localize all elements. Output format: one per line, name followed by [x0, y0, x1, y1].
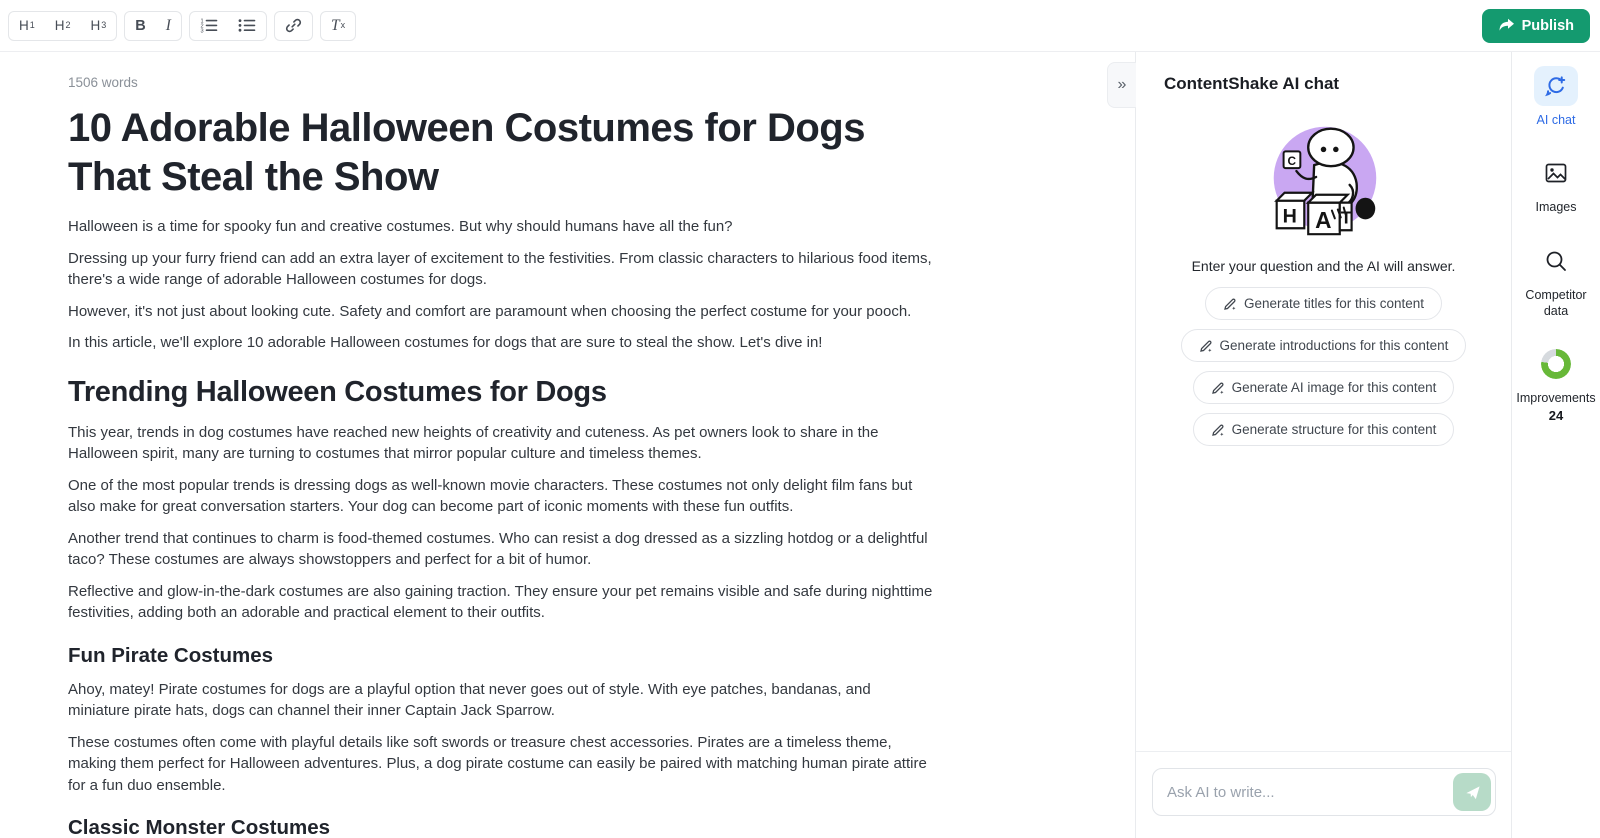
improvements-icon-wrap	[1535, 344, 1577, 384]
generate-ai-image-label: Generate AI image for this content	[1232, 380, 1437, 395]
generate-titles-label: Generate titles for this content	[1244, 296, 1424, 311]
article-title[interactable]: 10 Adorable Halloween Costumes for Dogs …	[68, 104, 935, 202]
ordered-list-icon: 123	[200, 18, 218, 33]
word-count: 1506 words	[68, 75, 935, 90]
rail-label-improvements: Improvements	[1514, 390, 1597, 406]
rail-item-competitor-data[interactable]: Competitor data	[1512, 241, 1600, 320]
ai-chat-panel: » ContentShake AI chat C	[1135, 52, 1512, 838]
bold-button[interactable]: B	[125, 12, 155, 40]
pen-sparkle-icon	[1211, 381, 1225, 395]
generate-titles-button[interactable]: Generate titles for this content	[1205, 287, 1442, 320]
italic-button[interactable]: I	[156, 12, 181, 40]
generate-introductions-button[interactable]: Generate introductions for this content	[1181, 329, 1467, 362]
generate-structure-label: Generate structure for this content	[1232, 422, 1437, 437]
generate-ai-image-button[interactable]: Generate AI image for this content	[1193, 371, 1455, 404]
improvements-donut-icon	[1541, 349, 1571, 379]
publish-share-icon	[1498, 18, 1515, 33]
chat-plus-icon	[1545, 75, 1567, 97]
images-icon	[1544, 162, 1568, 184]
chat-input-area	[1136, 751, 1511, 838]
article-paragraph[interactable]: Ahoy, matey! Pirate costumes for dogs ar…	[68, 679, 935, 722]
robot-block-letter-t: T	[1340, 207, 1351, 227]
heading-2-button[interactable]: H2	[45, 12, 81, 40]
robot-block-letter-a: A	[1315, 207, 1331, 233]
send-plane-icon	[1464, 784, 1481, 801]
heading-button-group: H1 H2 H3	[8, 11, 117, 41]
generate-introductions-label: Generate introductions for this content	[1220, 338, 1449, 353]
improvements-count-badge: 24	[1549, 408, 1563, 423]
article-paragraph[interactable]: However, it's not just about looking cut…	[68, 301, 935, 323]
competitor-data-icon-wrap	[1535, 241, 1577, 281]
article-paragraph[interactable]: One of the most popular trends is dressi…	[68, 475, 935, 518]
heading-3-button[interactable]: H3	[81, 12, 117, 40]
clear-formatting-button[interactable]: Tx	[321, 12, 355, 40]
rail-label-images: Images	[1534, 199, 1579, 215]
heading-1-sub: 1	[30, 21, 35, 30]
heading-1-button[interactable]: H1	[9, 12, 45, 40]
svg-text:3: 3	[200, 28, 203, 33]
article-paragraph[interactable]: Halloween is a time for spooky fun and c…	[68, 216, 935, 238]
clear-formatting-sub: x	[341, 21, 346, 30]
article-body[interactable]: Halloween is a time for spooky fun and c…	[68, 216, 935, 838]
article-heading[interactable]: Fun Pirate Costumes	[68, 644, 935, 668]
chat-caption: Enter your question and the AI will answ…	[1136, 258, 1511, 274]
bullet-list-button[interactable]	[228, 12, 266, 40]
article-paragraph[interactable]: This year, trends in dog costumes have r…	[68, 422, 935, 465]
search-icon	[1544, 249, 1568, 273]
article-heading[interactable]: Classic Monster Costumes	[68, 816, 935, 838]
article-heading[interactable]: Trending Halloween Costumes for Dogs	[68, 376, 935, 409]
insert-link-button[interactable]	[275, 12, 312, 40]
heading-3-sub: 3	[101, 21, 106, 30]
document-editor[interactable]: 1506 words 10 Adorable Halloween Costume…	[0, 52, 1135, 838]
pen-sparkle-icon	[1223, 297, 1237, 311]
heading-1-label: H	[19, 18, 29, 33]
heading-2-label: H	[55, 18, 65, 33]
robot-block-letter-c: C	[1287, 154, 1296, 168]
right-rail: AI chat Images Competitor data Improveme…	[1512, 52, 1600, 838]
link-icon	[285, 17, 302, 34]
article-paragraph[interactable]: In this article, we'll explore 10 adorab…	[68, 332, 935, 354]
ask-ai-input[interactable]	[1152, 768, 1496, 816]
ordered-list-button[interactable]: 123	[190, 12, 228, 40]
publish-button[interactable]: Publish	[1482, 9, 1590, 43]
pen-sparkle-icon	[1199, 339, 1213, 353]
clear-format-group: Tx	[320, 11, 356, 41]
panel-spacer	[1136, 446, 1511, 751]
publish-label: Publish	[1522, 18, 1574, 34]
article-paragraph[interactable]: Dressing up your furry friend can add an…	[68, 248, 935, 291]
chat-panel-title: ContentShake AI chat	[1136, 52, 1511, 94]
send-button[interactable]	[1453, 773, 1491, 811]
rail-item-images[interactable]: Images	[1512, 153, 1600, 215]
bullet-list-icon	[238, 18, 256, 33]
article-paragraph[interactable]: These costumes often come with playful d…	[68, 732, 935, 797]
list-button-group: 123	[189, 11, 267, 41]
robot-illustration: C H A T	[1255, 108, 1393, 246]
rail-label-ai-chat: AI chat	[1535, 112, 1578, 128]
images-icon-wrap	[1535, 153, 1577, 193]
ai-chat-chip	[1534, 66, 1578, 106]
heading-2-sub: 2	[66, 21, 71, 30]
pen-sparkle-icon	[1211, 423, 1225, 437]
collapse-panel-button[interactable]: »	[1107, 62, 1136, 108]
suggestion-list: Generate titles for this content Generat…	[1136, 287, 1511, 446]
generate-structure-button[interactable]: Generate structure for this content	[1193, 413, 1455, 446]
text-style-group: B I	[124, 11, 182, 41]
rail-label-competitor-data: Competitor data	[1512, 287, 1600, 320]
clear-formatting-label: T	[331, 17, 340, 35]
heading-3-label: H	[91, 18, 101, 33]
chevron-right-double-icon: »	[1118, 76, 1127, 94]
link-button-group	[274, 11, 313, 41]
robot-illustration-wrap: C H A T	[1136, 108, 1511, 246]
article-paragraph[interactable]: Another trend that continues to charm is…	[68, 528, 935, 571]
rail-item-improvements[interactable]: Improvements 24	[1512, 344, 1600, 423]
editor-toolbar: H1 H2 H3 B I 123 Tx Publish	[0, 0, 1600, 52]
robot-block-letter-h: H	[1282, 205, 1296, 227]
rail-item-ai-chat[interactable]: AI chat	[1512, 66, 1600, 128]
article-paragraph[interactable]: Reflective and glow-in-the-dark costumes…	[68, 581, 935, 624]
